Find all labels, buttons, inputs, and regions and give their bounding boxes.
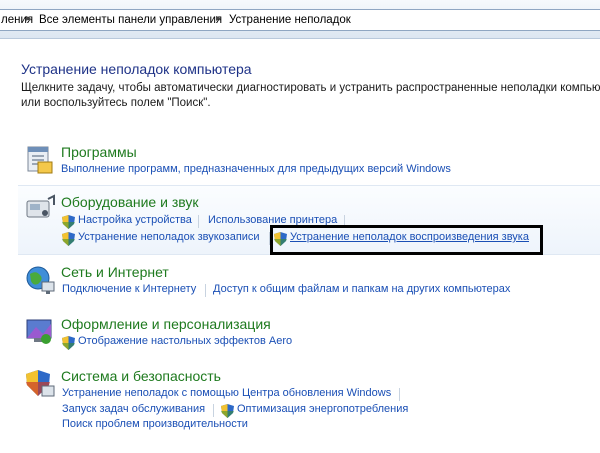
category-title[interactable]: Система и безопасность bbox=[61, 368, 221, 384]
link-power-optimization[interactable]: Оптимизация энергопотребления bbox=[237, 403, 408, 415]
network-globe-icon bbox=[26, 266, 55, 294]
link-windows-update-troubleshooter[interactable]: Устранение неполадок с помощью Центра об… bbox=[62, 387, 391, 399]
breadcrumb-item[interactable]: Все элементы панели управления bbox=[39, 14, 222, 26]
category-title[interactable]: Оформление и персонализация bbox=[61, 316, 271, 332]
link-device-setup[interactable]: Настройка устройства bbox=[78, 214, 192, 226]
page-description: или воспользуйтесь полем "Поиск". bbox=[21, 97, 211, 109]
category-title[interactable]: Программы bbox=[61, 144, 137, 160]
link-aero-effects[interactable]: Отображение настольных эффектов Aero bbox=[78, 335, 292, 347]
annotation-highlight-box bbox=[270, 225, 543, 255]
link-maintenance-tasks[interactable]: Запуск задач обслуживания bbox=[62, 403, 205, 415]
link-divider bbox=[205, 284, 206, 297]
link-connect-internet[interactable]: Подключение к Интернету bbox=[62, 283, 196, 295]
page-description: Щелкните задачу, чтобы автоматически диа… bbox=[21, 82, 600, 94]
link-divider bbox=[213, 404, 214, 417]
category-title[interactable]: Сеть и Интернет bbox=[61, 264, 169, 280]
breadcrumb-separator-icon[interactable]: ▸ bbox=[26, 13, 31, 24]
link-shared-folders[interactable]: Доступ к общим файлам и папкам на других… bbox=[213, 283, 510, 295]
link-performance-issues[interactable]: Поиск проблем производительности bbox=[62, 418, 248, 430]
uac-shield-icon bbox=[221, 404, 234, 418]
system-security-icon bbox=[26, 370, 55, 397]
hardware-sound-icon bbox=[26, 194, 55, 218]
page-title: Устранение неполадок компьютера bbox=[21, 61, 252, 77]
link-divider bbox=[399, 388, 400, 401]
programs-icon bbox=[27, 146, 53, 174]
breadcrumb-item[interactable]: Устранение неполадок bbox=[229, 14, 351, 26]
appearance-icon bbox=[26, 319, 52, 344]
uac-shield-icon bbox=[62, 232, 75, 246]
address-field[interactable]: ления ▸ Все элементы панели управления ▸… bbox=[0, 9, 600, 31]
breadcrumb-separator-icon[interactable]: ▸ bbox=[216, 13, 221, 24]
address-bar: ления ▸ Все элементы панели управления ▸… bbox=[0, 0, 600, 39]
uac-shield-icon bbox=[62, 215, 75, 229]
link-program-compatibility[interactable]: Выполнение программ, предназначенных для… bbox=[61, 163, 451, 175]
uac-shield-icon bbox=[62, 336, 75, 350]
link-divider bbox=[198, 215, 199, 228]
category-title[interactable]: Оборудование и звук bbox=[61, 194, 199, 210]
link-audio-recording-troubleshooter[interactable]: Устранение неполадок звукозаписи bbox=[78, 231, 260, 243]
